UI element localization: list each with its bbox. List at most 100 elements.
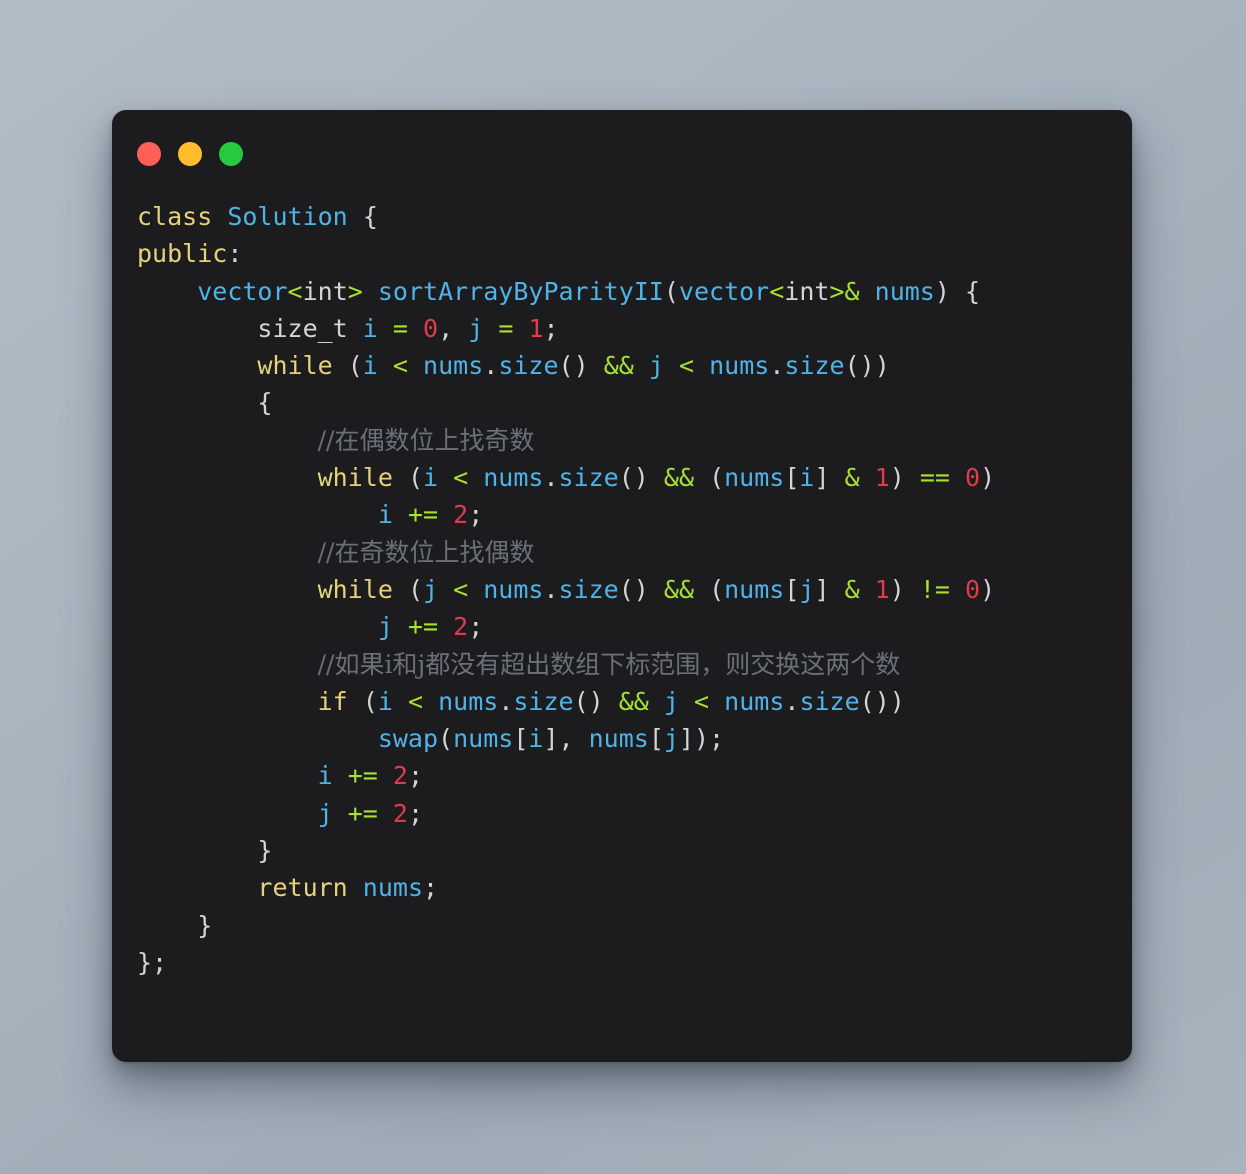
- code-token-keyword: class: [137, 202, 213, 231]
- code-token-punct: (): [618, 574, 664, 604]
- code-token-keyword: while: [317, 463, 393, 493]
- code-token-punct: ,: [438, 313, 469, 343]
- code-token-comment-cn: //在奇数位上找偶数: [317, 537, 535, 567]
- code-token-plain: int: [302, 276, 348, 306]
- code-token-punct: }: [257, 836, 273, 866]
- code-line: if (i < nums.size() && j < nums.size()): [137, 683, 1132, 720]
- code-line: while (i < nums.size() && (nums[i] & 1) …: [137, 459, 1132, 496]
- code-token-number: 1: [874, 574, 890, 604]
- code-token-punct: [: [648, 724, 664, 754]
- code-line: j += 2;: [137, 608, 1132, 645]
- code-line: }: [137, 832, 1132, 869]
- code-line: class Solution {: [137, 198, 1132, 235]
- code-token-ident: i: [799, 463, 815, 493]
- code-token-ident: i: [362, 351, 378, 381]
- code-token-punct: (: [663, 276, 679, 306]
- code-token-ident: nums: [362, 873, 424, 903]
- code-token-ident: nums: [438, 686, 499, 716]
- code-token-operator: &&: [618, 686, 649, 716]
- code-token-operator: <: [694, 686, 710, 716]
- code-token-operator: =: [498, 313, 514, 343]
- code-token-punct: [: [513, 724, 529, 754]
- code-token-punct: ;: [468, 612, 484, 642]
- code-token-ident: nums: [483, 574, 544, 604]
- code-line: //如果i和j都没有超出数组下标范围，则交换这两个数: [137, 646, 1132, 683]
- code-token-operator: <: [453, 463, 469, 493]
- code-token-comment-cn: //如果i和j都没有超出数组下标范围，则交换这两个数: [317, 649, 901, 679]
- code-token-punct: (): [558, 351, 604, 381]
- code-token-ident: nums: [724, 686, 785, 716]
- code-token-punct: .: [483, 351, 499, 381]
- code-token-func: size: [558, 463, 619, 493]
- code-token-keyword: public: [137, 239, 228, 269]
- code-token-number: 2: [453, 500, 469, 530]
- code-snippet-window: class Solution {public: vector<int> sort…: [112, 110, 1132, 1062]
- screenshot-root: class Solution {public: vector<int> sort…: [0, 0, 1246, 1174]
- code-token-operator: ==: [919, 463, 950, 493]
- code-token-func: size: [784, 351, 845, 381]
- code-token-func: size: [498, 351, 559, 381]
- code-token-ident: nums: [588, 724, 649, 754]
- code-token-keyword: while: [317, 574, 393, 604]
- code-token-punct: ): [934, 276, 950, 306]
- code-token-punct: ]);: [678, 724, 725, 754]
- code-token-operator: >: [347, 276, 363, 306]
- code-token-func: sortArrayByParityII: [377, 276, 664, 306]
- code-token-punct: ): [889, 574, 920, 604]
- code-token-punct: {: [257, 388, 273, 418]
- code-token-punct: {: [964, 276, 981, 306]
- code-token-operator: &&: [663, 574, 695, 604]
- code-token-operator: +=: [407, 500, 439, 530]
- code-line: //在奇数位上找偶数: [137, 534, 1132, 571]
- minimize-button[interactable]: [178, 142, 202, 166]
- code-token-ident: i: [377, 686, 393, 716]
- code-token-punct: (: [438, 724, 454, 754]
- code-token-ident: i: [317, 761, 333, 791]
- code-token-ident: j: [377, 612, 393, 642]
- code-token-punct: }: [197, 910, 213, 940]
- close-button[interactable]: [137, 142, 161, 166]
- code-token-ident: nums: [724, 463, 785, 493]
- code-token-operator: +=: [407, 612, 439, 642]
- code-token-plain: int: [784, 276, 830, 306]
- code-token-punct: };: [137, 947, 168, 977]
- code-token-operator: =: [392, 313, 408, 343]
- code-token-punct: ()): [844, 351, 890, 381]
- window-titlebar[interactable]: [112, 110, 1132, 198]
- maximize-button[interactable]: [219, 142, 243, 166]
- code-token-operator: !=: [919, 574, 950, 604]
- code-line: while (j < nums.size() && (nums[j] & 1) …: [137, 571, 1132, 608]
- code-block[interactable]: class Solution {public: vector<int> sort…: [112, 198, 1132, 981]
- code-token-ident: nums: [483, 463, 544, 493]
- code-token-punct: ): [980, 574, 996, 604]
- code-token-operator: >: [829, 276, 845, 306]
- code-token-ident: j: [468, 313, 484, 343]
- code-token-ident: j: [648, 351, 664, 381]
- code-token-operator: &&: [663, 463, 695, 493]
